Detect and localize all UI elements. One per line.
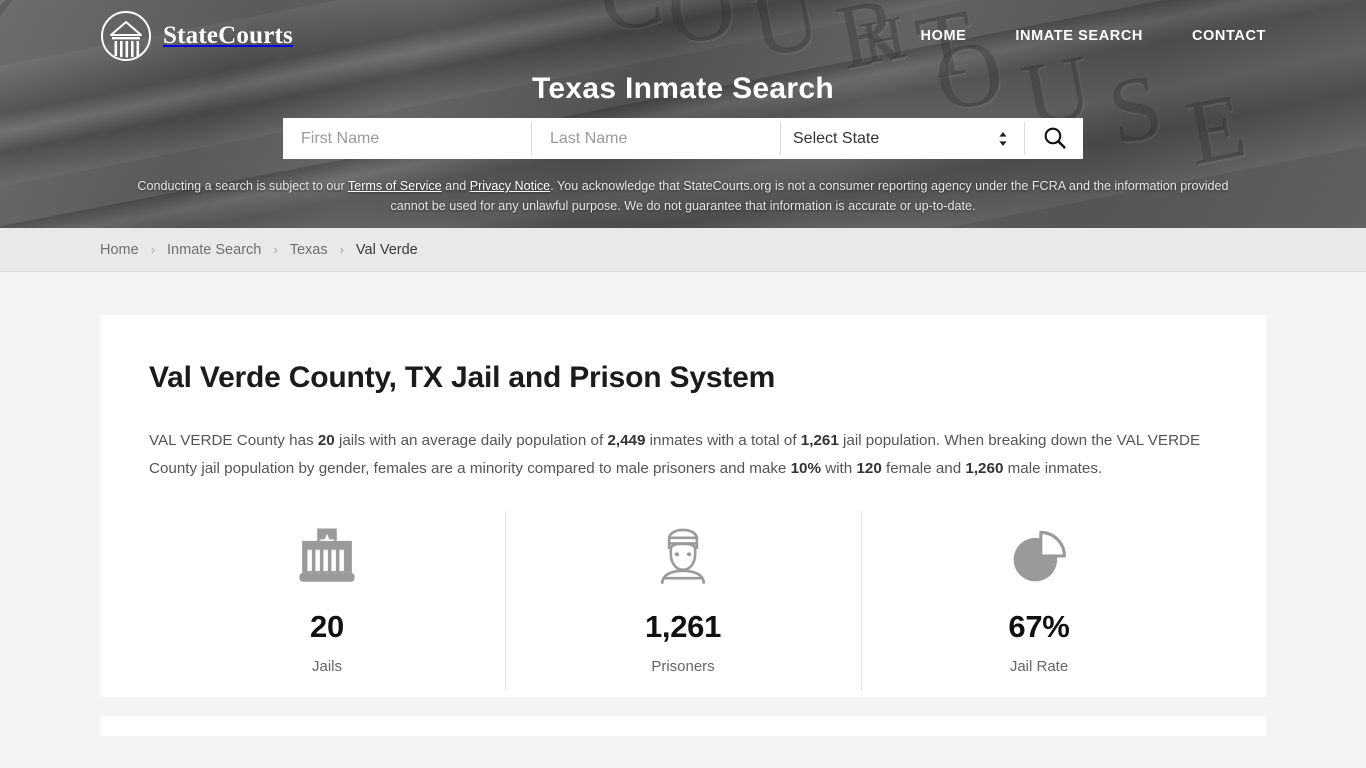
stat-jails-value: 20 [310, 609, 344, 644]
summary-text-7: male inmates. [1003, 460, 1103, 477]
state-select[interactable]: Select State [781, 118, 1024, 159]
search-disclaimer: Conducting a search is subject to our Te… [133, 176, 1233, 216]
first-name-input[interactable] [283, 118, 531, 159]
breadcrumb-item-val-verde: Val Verde [355, 241, 418, 258]
pie-chart-icon [1008, 519, 1070, 593]
nav-contact[interactable]: CONTACT [1192, 28, 1266, 44]
prisoner-icon [650, 519, 716, 593]
male-count-inline: 1,260 [965, 460, 1004, 477]
state-select-value: Select State [793, 129, 880, 147]
top-navigation-bar: StateCourts HOME INMATE SEARCH CONTACT [0, 0, 1366, 72]
courthouse-logo-icon [100, 10, 152, 62]
jail-building-icon [295, 519, 359, 593]
summary-text-5: with [821, 460, 857, 477]
breadcrumb-separator-icon: › [150, 242, 156, 257]
breadcrumb-item-texas[interactable]: Texas [290, 242, 328, 258]
stat-prisoners-value: 1,261 [644, 609, 722, 644]
last-name-input[interactable] [532, 118, 780, 159]
stat-prisoners-label: Prisoners [651, 658, 715, 675]
privacy-notice-link[interactable]: Privacy Notice [470, 179, 550, 193]
statistics-row: 20 Jails 1,261 Prisoners 67% Jail Rate [149, 511, 1217, 697]
chevron-up-down-icon [998, 131, 1008, 147]
site-header: C O U R T H O U S E StateC [0, 0, 1366, 228]
disclaimer-text-2: and [441, 179, 470, 193]
summary-text-2: jails with an average daily population o… [334, 432, 608, 449]
stat-jail-rate-value: 67% [1008, 609, 1070, 644]
search-button[interactable] [1025, 118, 1083, 159]
summary-text-6: female and [881, 460, 966, 477]
breadcrumb-separator-icon: › [339, 242, 344, 257]
stat-jails-label: Jails [311, 658, 342, 675]
stat-jail-rate-label: Jail Rate [1009, 658, 1069, 675]
hero-title: Texas Inmate Search [532, 72, 834, 105]
summary-text-1: VAL VERDE County has [149, 432, 318, 449]
main-nav: HOME INMATE SEARCH CONTACT [921, 28, 1266, 44]
nav-home[interactable]: HOME [921, 28, 967, 44]
brand-name: StateCourts [163, 22, 293, 49]
secondary-card-top [100, 716, 1266, 736]
stat-jail-rate: 67% Jail Rate [861, 511, 1217, 697]
breadcrumb-item-inmate-search[interactable]: Inmate Search [167, 242, 261, 258]
page-content: Val Verde County, TX Jail and Prison Sys… [0, 315, 1366, 736]
inmate-search-form: Select State [283, 118, 1083, 159]
female-percent-inline: 10% [790, 460, 821, 477]
breadcrumb: Home › Inmate Search › Texas › Val Verde [0, 228, 1366, 272]
jail-population-inline: 1,261 [800, 432, 839, 449]
summary-text-3: inmates with a total of [645, 432, 801, 449]
avg-daily-population-inline: 2,449 [607, 432, 646, 449]
female-count-inline: 120 [856, 460, 882, 477]
page-title: Val Verde County, TX Jail and Prison Sys… [149, 361, 776, 394]
breadcrumb-item-home[interactable]: Home [100, 242, 139, 258]
terms-of-service-link[interactable]: Terms of Service [348, 179, 442, 193]
nav-inmate-search[interactable]: INMATE SEARCH [1015, 28, 1143, 44]
county-summary-paragraph: VAL VERDE County has 20 jails with an av… [149, 427, 1217, 483]
site-logo-link[interactable]: StateCourts [100, 10, 293, 62]
breadcrumb-separator-icon: › [273, 242, 278, 257]
magnifier-icon [1042, 125, 1067, 153]
county-overview-card: Val Verde County, TX Jail and Prison Sys… [100, 315, 1266, 697]
jails-count-inline: 20 [317, 432, 335, 449]
stat-prisoners: 1,261 Prisoners [505, 511, 861, 697]
disclaimer-text-1: Conducting a search is subject to our [137, 179, 348, 193]
stat-jails: 20 Jails [149, 511, 505, 697]
